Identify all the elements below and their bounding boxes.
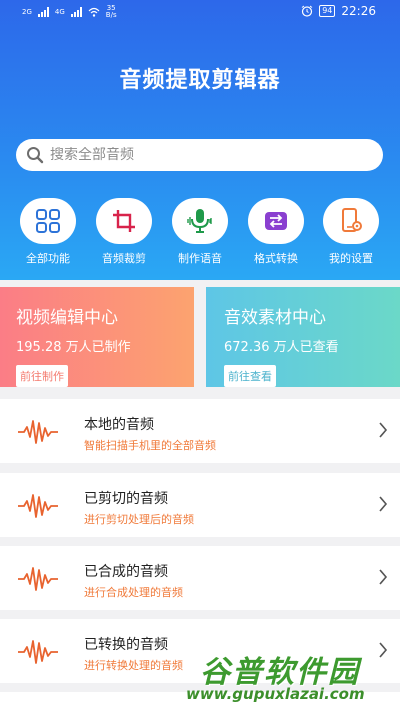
- quick-action-circle: [248, 198, 304, 244]
- list-item-title: 本地的音频: [84, 417, 154, 433]
- waveform-icon: [18, 420, 58, 444]
- quick-actions: 全部功能 音频裁剪 制作语音 格式转换 我的设置: [0, 198, 400, 268]
- list-item-local-audio[interactable]: 本地的音频 智能扫描手机里的全部音频: [0, 399, 400, 463]
- list-item-title: 已剪切的音频: [84, 491, 168, 507]
- quick-action-audio-crop[interactable]: 音频裁剪: [86, 198, 162, 266]
- list-item-title: 已合成的音频: [84, 564, 168, 580]
- search-input[interactable]: [50, 147, 350, 163]
- search-bar[interactable]: [16, 139, 383, 171]
- waveform-icon: [18, 567, 58, 591]
- card-stat: 672.36 万人已查看: [224, 340, 339, 355]
- quick-action-label: 音频裁剪: [102, 252, 146, 265]
- list-item-subtitle: 进行合成处理的音频: [84, 586, 183, 599]
- watermark: 谷普软件园 www.gupuxlazai.com: [186, 647, 396, 707]
- app-title: 音频提取剪辑器: [119, 68, 281, 93]
- list-item-merged-audio[interactable]: 已合成的音频 进行合成处理的音频: [0, 546, 400, 610]
- battery-icon: 94: [319, 5, 336, 17]
- quick-action-circle: [20, 198, 76, 244]
- microphone-icon: [187, 209, 212, 233]
- quick-action-make-voice[interactable]: 制作语音: [162, 198, 238, 266]
- status-bar: 2G 4G 35 B/s 94 22:26: [0, 0, 400, 24]
- signal-icon: [37, 7, 49, 17]
- convert-icon: [265, 212, 287, 230]
- go-view-button[interactable]: 前往查看: [224, 365, 276, 387]
- list-item-subtitle: 进行转换处理的音频: [84, 659, 183, 672]
- net-speed-unit: B/s: [105, 11, 117, 19]
- quick-action-format-convert[interactable]: 格式转换: [238, 198, 314, 266]
- video-edit-center-card[interactable]: 视频编辑中心 195.28 万人已制作 前往制作: [0, 287, 194, 387]
- signal-icon: [70, 7, 82, 17]
- clock: 22:26: [341, 4, 376, 18]
- quick-action-all-functions[interactable]: 全部功能: [10, 198, 86, 266]
- list-item-subtitle: 智能扫描手机里的全部音频: [84, 439, 216, 452]
- quick-action-circle: [172, 198, 228, 244]
- network-4g-label: 4G: [54, 8, 65, 16]
- sound-effects-center-card[interactable]: 音效素材中心 672.36 万人已查看 前往查看: [206, 287, 400, 387]
- chevron-right-icon: [379, 569, 388, 585]
- quick-action-label: 我的设置: [329, 252, 373, 265]
- waveform-icon: [18, 494, 58, 518]
- net-speed: 35 B/s: [106, 5, 117, 19]
- wifi-icon: [88, 7, 100, 17]
- quick-action-circle: [323, 198, 379, 244]
- quick-action-label: 格式转换: [254, 252, 298, 265]
- card-title: 音效素材中心: [224, 308, 326, 328]
- search-icon: [27, 147, 44, 164]
- go-make-button[interactable]: 前往制作: [16, 365, 68, 387]
- quick-action-label: 制作语音: [178, 252, 222, 265]
- grid-icon: [36, 209, 60, 233]
- list-item-subtitle: 进行剪切处理后的音频: [84, 513, 194, 526]
- quick-action-label: 全部功能: [26, 252, 70, 265]
- list-item-title: 已转换的音频: [84, 637, 168, 653]
- phone-settings-icon: [342, 208, 362, 232]
- alarm-icon: [301, 5, 313, 17]
- waveform-icon: [18, 640, 58, 664]
- crop-icon: [113, 210, 135, 232]
- card-title: 视频编辑中心: [16, 308, 118, 328]
- chevron-right-icon: [379, 422, 388, 438]
- chevron-right-icon: [379, 496, 388, 512]
- quick-action-circle: [96, 198, 152, 244]
- list-item-cut-audio[interactable]: 已剪切的音频 进行剪切处理后的音频: [0, 473, 400, 537]
- card-stat: 195.28 万人已制作: [16, 340, 131, 355]
- watermark-url: www.gupuxlazai.com: [186, 685, 365, 703]
- network-2g-label: 2G: [22, 8, 32, 16]
- quick-action-my-settings[interactable]: 我的设置: [313, 198, 389, 266]
